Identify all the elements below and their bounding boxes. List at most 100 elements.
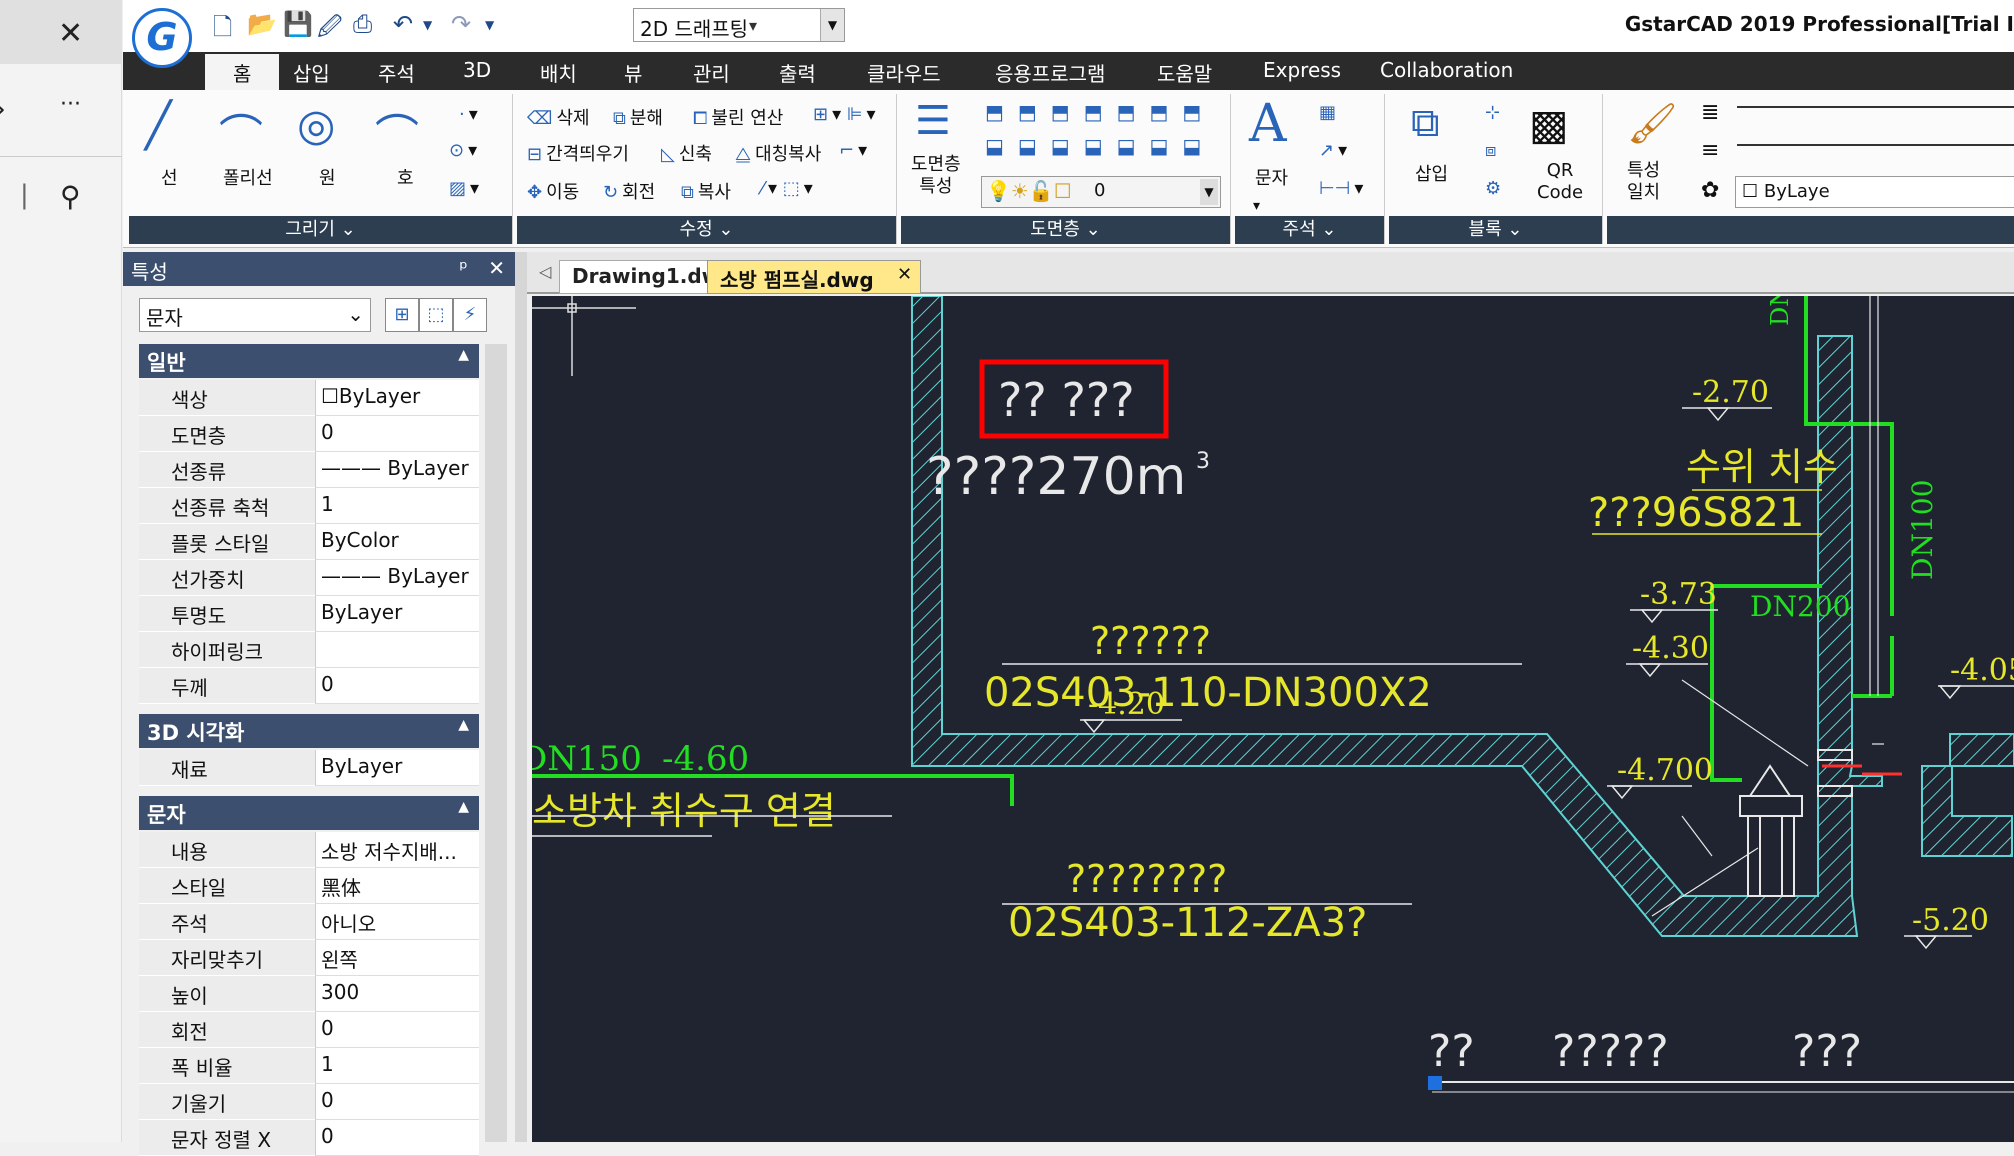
quick-select-icon[interactable]: ⚡ [453, 298, 487, 332]
move-button[interactable]: ✥ 이동 [527, 178, 579, 204]
color-wheel-icon[interactable]: ✿ [1701, 178, 1719, 203]
insert-button[interactable]: 삽입 [1415, 160, 1448, 186]
dn100-label[interactable]: DN100 [1906, 480, 1939, 580]
property-row[interactable]: 선가중치 ——— ByLayer [139, 560, 479, 596]
property-row[interactable]: 폭 비율 1 [139, 1048, 479, 1084]
point-icon[interactable]: · ▾ [459, 104, 478, 125]
collapse-icon[interactable]: ▲ [458, 347, 469, 363]
app-logo[interactable]: G [132, 8, 192, 68]
property-value[interactable]: 300 [315, 976, 479, 1012]
bottom-text-1[interactable]: ?? [1428, 1026, 1475, 1077]
elevation-270[interactable]: -2.70 [1692, 375, 1769, 410]
explode-button[interactable]: ⧉ 분해 [613, 104, 663, 130]
property-value[interactable]: ☐ByLayer [315, 380, 479, 416]
property-row[interactable]: 두께 0 [139, 668, 479, 704]
doc-tab-fire-pump[interactable]: 소방 펌프실.dwg [707, 260, 921, 294]
arc-icon[interactable]: ⌒ [375, 100, 419, 164]
annotation-panel-title[interactable]: 주석 ⌄ [1235, 216, 1384, 244]
lineweight-icon[interactable]: ≣ [1701, 100, 1719, 125]
select-objects-icon[interactable]: ⬚ [419, 298, 453, 332]
tab-3d[interactable]: 3D [463, 58, 491, 82]
bottom-text-3[interactable]: ??? [1792, 1026, 1862, 1077]
save-icon[interactable]: 💾 [283, 10, 313, 38]
line-button[interactable]: 선 [161, 164, 178, 190]
layer-panel-title[interactable]: 도면층 ⌄ [901, 216, 1230, 244]
chevron-down-icon[interactable]: ⌄ [347, 302, 364, 326]
block-panel-title[interactable]: 블록 ⌄ [1389, 216, 1602, 244]
property-row[interactable]: 문자 정렬 X0 [139, 1120, 479, 1156]
customize-qa-icon[interactable]: ▾ [749, 16, 757, 35]
text-dropdown-icon[interactable]: ▾ [1253, 198, 1260, 214]
match-properties-button[interactable]: 특성 일치 [1627, 160, 1660, 204]
property-value[interactable]: ByColor [315, 524, 479, 560]
property-value[interactable] [315, 632, 479, 668]
copy-button[interactable]: ⧉ 복사 [681, 178, 731, 204]
rotate-button[interactable]: ↻ 회전 [603, 178, 655, 204]
cad-drawing[interactable]: ?? ??? ????270m 3 ?? ????? ??? -2.70 수위 … [532, 296, 2014, 1142]
mirror-button[interactable]: ⧋ 대칭복사 [735, 140, 821, 166]
property-value[interactable]: 1 [315, 1048, 479, 1084]
elevation-405[interactable]: -4.05 [1950, 653, 2014, 688]
property-value[interactable]: ByLayer [315, 596, 479, 632]
palette-splitter[interactable] [515, 252, 527, 1142]
property-row[interactable]: 투명도 ByLayer [139, 596, 479, 632]
tab-manage[interactable]: 관리 [693, 58, 730, 87]
properties-panel-title[interactable] [1607, 216, 2014, 244]
property-value[interactable]: 1 [315, 488, 479, 524]
modify-panel-title[interactable]: 수정 ⌄ [517, 216, 896, 244]
elevation-420[interactable]: -4.20 [1088, 687, 1165, 722]
tab-collaboration[interactable]: Collaboration [1380, 58, 1513, 82]
print-icon[interactable]: ⎙ [353, 10, 372, 38]
qr-code-button[interactable]: QR Code [1537, 160, 1583, 204]
undo-icon[interactable]: ↶ [393, 10, 413, 38]
tab-view[interactable]: 뷰 [624, 58, 642, 87]
elevation-373[interactable]: -3.73 [1640, 577, 1717, 612]
property-value[interactable]: ByLayer [315, 750, 479, 786]
block-edit-icon[interactable]: ⊹ [1485, 102, 1504, 123]
circle-icon[interactable]: ◎ [297, 100, 335, 151]
section-header[interactable]: 문자 ▲ [139, 796, 479, 830]
trim-icon[interactable]: ⁄ ▾ ⬚ ▾ [761, 178, 813, 199]
dn200-label[interactable]: DN200 [1750, 590, 1850, 623]
layer-tools-row1-icon[interactable]: ⬒⬒⬒⬒⬒⬒⬒ [985, 100, 1215, 124]
property-row[interactable]: 도면층 0 [139, 416, 479, 452]
property-value[interactable]: 0 [315, 1012, 479, 1048]
layer-properties-button[interactable]: 도면층 특성 [911, 154, 961, 198]
linetype-icon[interactable]: ≡ [1701, 138, 1719, 163]
layer-tools-row2-icon[interactable]: ⬓⬓⬓⬓⬓⬓⬓ [985, 134, 1215, 158]
leader-icon[interactable]: ↗ ▾ [1319, 140, 1347, 161]
ellipse-icon[interactable]: ⊙ ▾ [449, 140, 477, 161]
collapse-icon[interactable]: ▲ [458, 799, 469, 815]
chevron-down-icon[interactable]: ▼ [1200, 179, 1218, 205]
stretch-button[interactable]: ◺ 신축 [661, 140, 712, 166]
qr-code-icon[interactable]: ▩ [1529, 100, 1569, 149]
tab-layout[interactable]: 배치 [540, 58, 577, 87]
tab-help[interactable]: 도움말 [1157, 58, 1212, 87]
ref-02s403-112[interactable]: 02S403-112-ZA3? [1008, 900, 1367, 946]
open-folder-icon[interactable]: 📂 [247, 10, 277, 38]
property-value[interactable]: 왼쪽 [315, 940, 479, 976]
ref-96s821[interactable]: ???96S821 [1588, 490, 1804, 536]
workspace-select[interactable]: 2D 드래프팅 ▼ [633, 8, 845, 42]
tab-express[interactable]: Express [1263, 58, 1341, 82]
property-row[interactable]: 플롯 스타일 ByColor [139, 524, 479, 560]
dimension-icon[interactable]: ⊢⊣ ▾ [1319, 178, 1363, 199]
chevron-down-icon[interactable]: ▼ [820, 9, 844, 41]
redo-dropdown-icon[interactable]: ▼ [485, 18, 494, 32]
property-value[interactable]: 黑体 [315, 868, 479, 904]
pin-icon[interactable]: ⚲ [60, 180, 81, 213]
property-value[interactable]: ——— ByLayer [315, 452, 479, 488]
close-icon[interactable]: ✕ [488, 256, 505, 280]
close-tab-icon[interactable]: ✕ [897, 264, 912, 285]
property-value[interactable]: 0 [315, 416, 479, 452]
layer-select[interactable]: 💡☀🔓☐ 0 ▼ [981, 176, 1221, 208]
arc-button[interactable]: 호 [397, 164, 414, 190]
property-value[interactable]: 0 [315, 1120, 479, 1156]
section-header[interactable]: 3D 시각화 ▲ [139, 714, 479, 748]
property-row[interactable]: 선종류 축척 1 [139, 488, 479, 524]
collapse-icon[interactable]: ▲ [458, 717, 469, 733]
match-properties-icon[interactable]: 🖌 [1627, 100, 1678, 147]
volume-text[interactable]: ????270m [926, 447, 1186, 507]
new-file-icon[interactable]: 🗋 [213, 10, 232, 51]
block-attribute-icon[interactable]: ⚙ [1485, 178, 1505, 199]
